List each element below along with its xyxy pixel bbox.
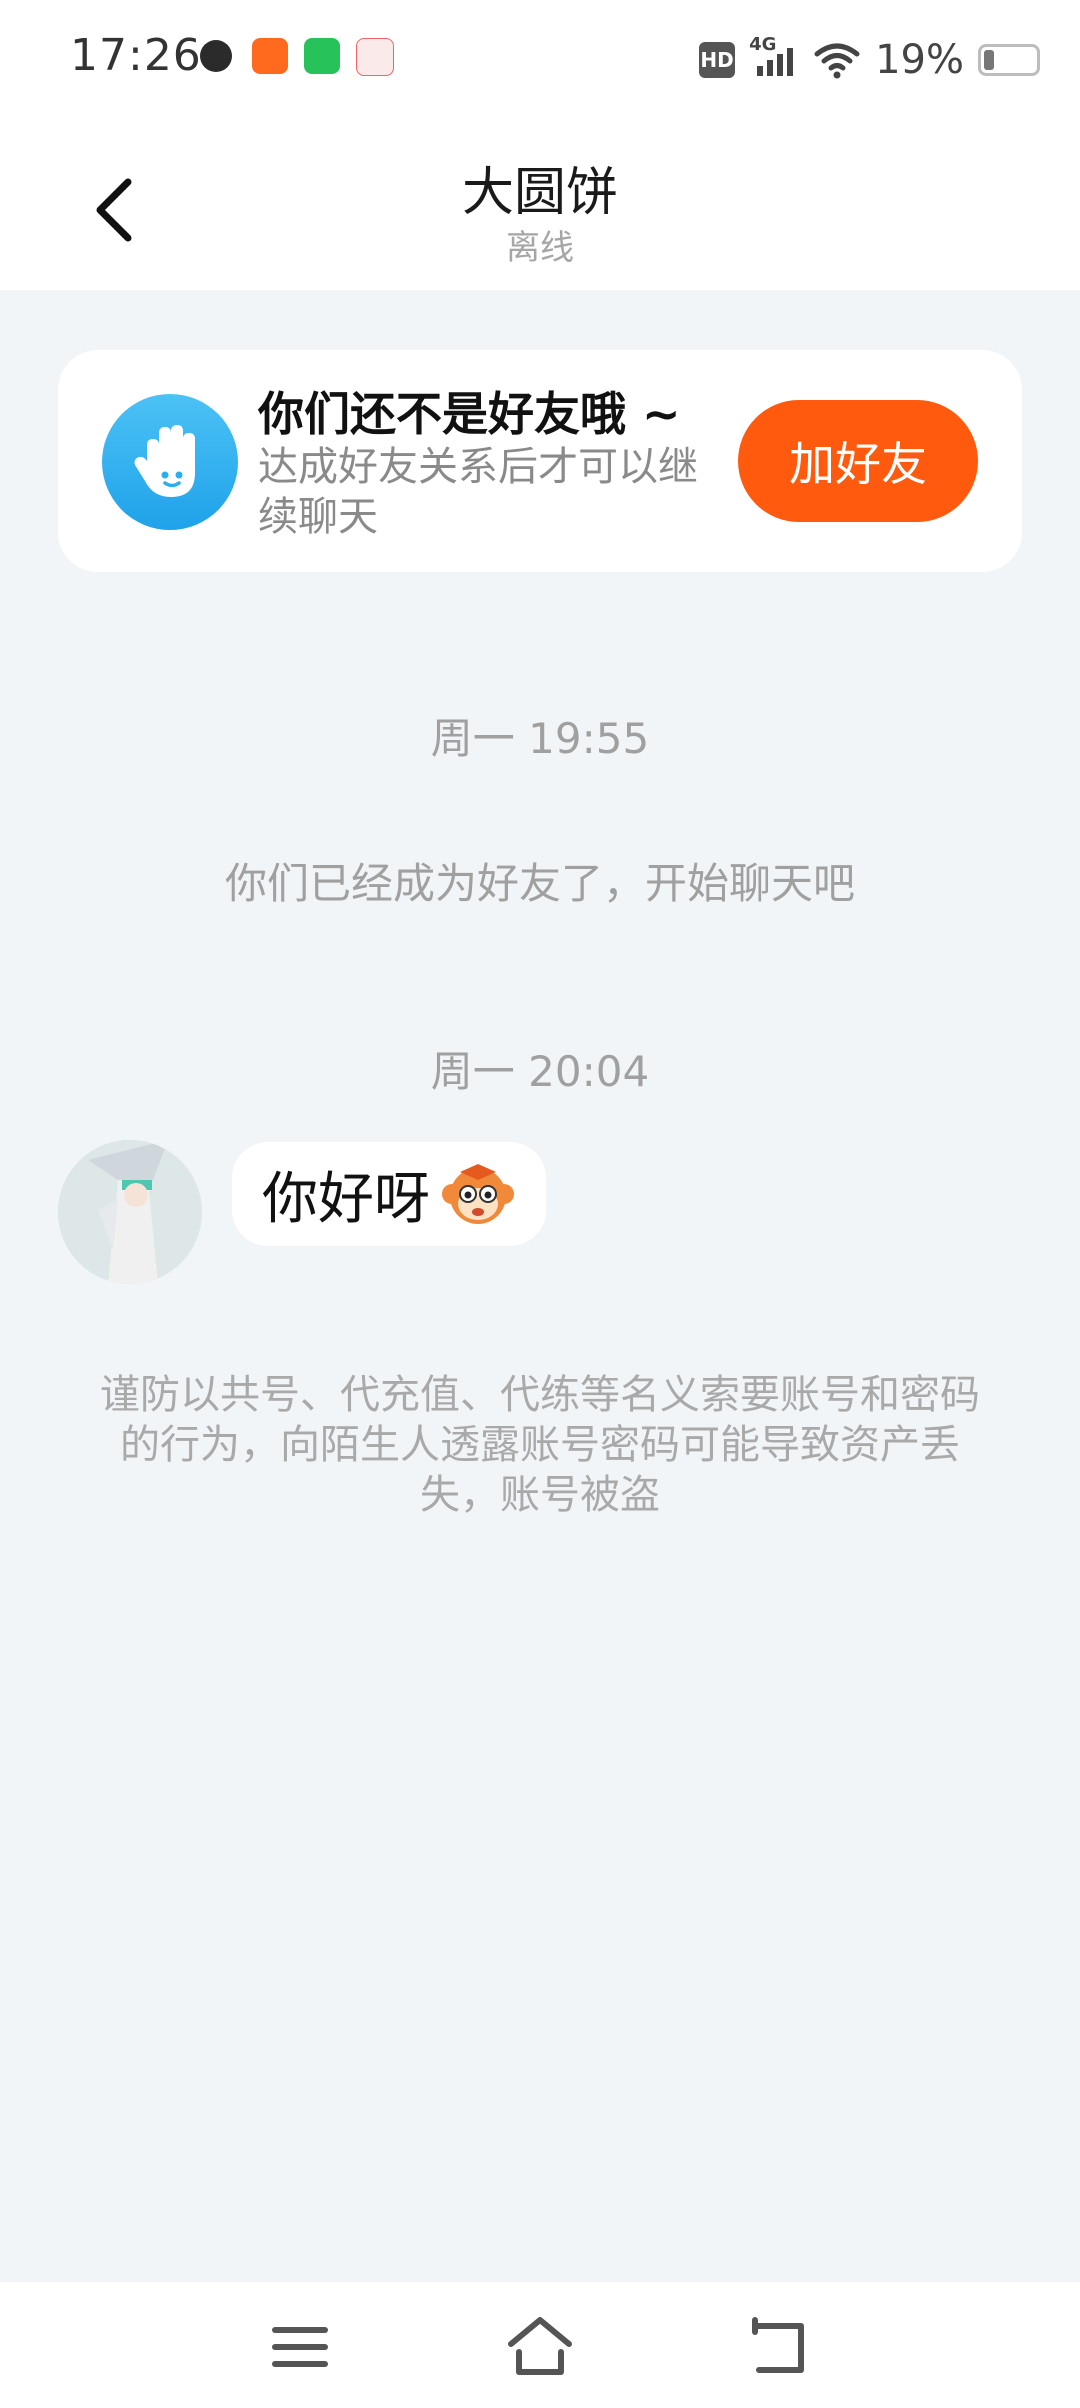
online-status: 离线 [506,228,574,268]
message-timestamp: 周一 19:55 [430,714,650,763]
notification-app-icon [200,40,232,72]
menu-button[interactable] [265,2312,335,2382]
home-icon [508,2317,572,2375]
status-bar: 17:26 HD 4G 19% [0,0,1080,120]
avatar[interactable] [58,1140,202,1284]
notification-app-icon [356,38,394,76]
add-friend-card: 你们还不是好友哦 ~ 达成好友关系后才可以继续聊天 加好友 [58,350,1022,572]
wifi-icon [814,43,860,79]
message-text: 你好呀 [262,1166,430,1232]
contact-name: 大圆饼 [461,163,618,223]
chat-header: 大圆饼 离线 [0,120,1080,290]
system-message: 你们已经成为好友了，开始聊天吧 [224,859,855,908]
status-time: 17:26 [70,30,202,81]
message-timestamp: 周一 20:04 [430,1047,650,1096]
cellular-signal-icon: 4G [749,34,799,80]
message-bubble[interactable]: 你好呀 [232,1142,546,1246]
add-friend-button[interactable]: 加好友 [738,400,978,522]
card-description: 达成好友关系后才可以继续聊天 [258,444,698,540]
hd-icon: HD [699,42,736,78]
back-nav-button[interactable] [745,2312,815,2382]
monkey-emoji-icon [442,1164,514,1224]
wave-hand-icon [102,394,238,530]
menu-icon [272,2327,328,2367]
system-nav-bar [0,2282,1080,2408]
security-warning: 谨防以共号、代充值、代练等名义索要账号和密码的行为，向陌生人透露账号密码可能导致… [100,1372,980,1518]
battery-percent: 19% [875,37,964,83]
notification-app-icon [304,38,340,74]
card-title: 你们还不是好友哦 ~ [258,387,681,441]
home-button[interactable] [505,2312,575,2382]
back-arrow-icon [752,2317,804,2373]
battery-icon [978,44,1040,76]
notification-app-icon [252,38,288,74]
